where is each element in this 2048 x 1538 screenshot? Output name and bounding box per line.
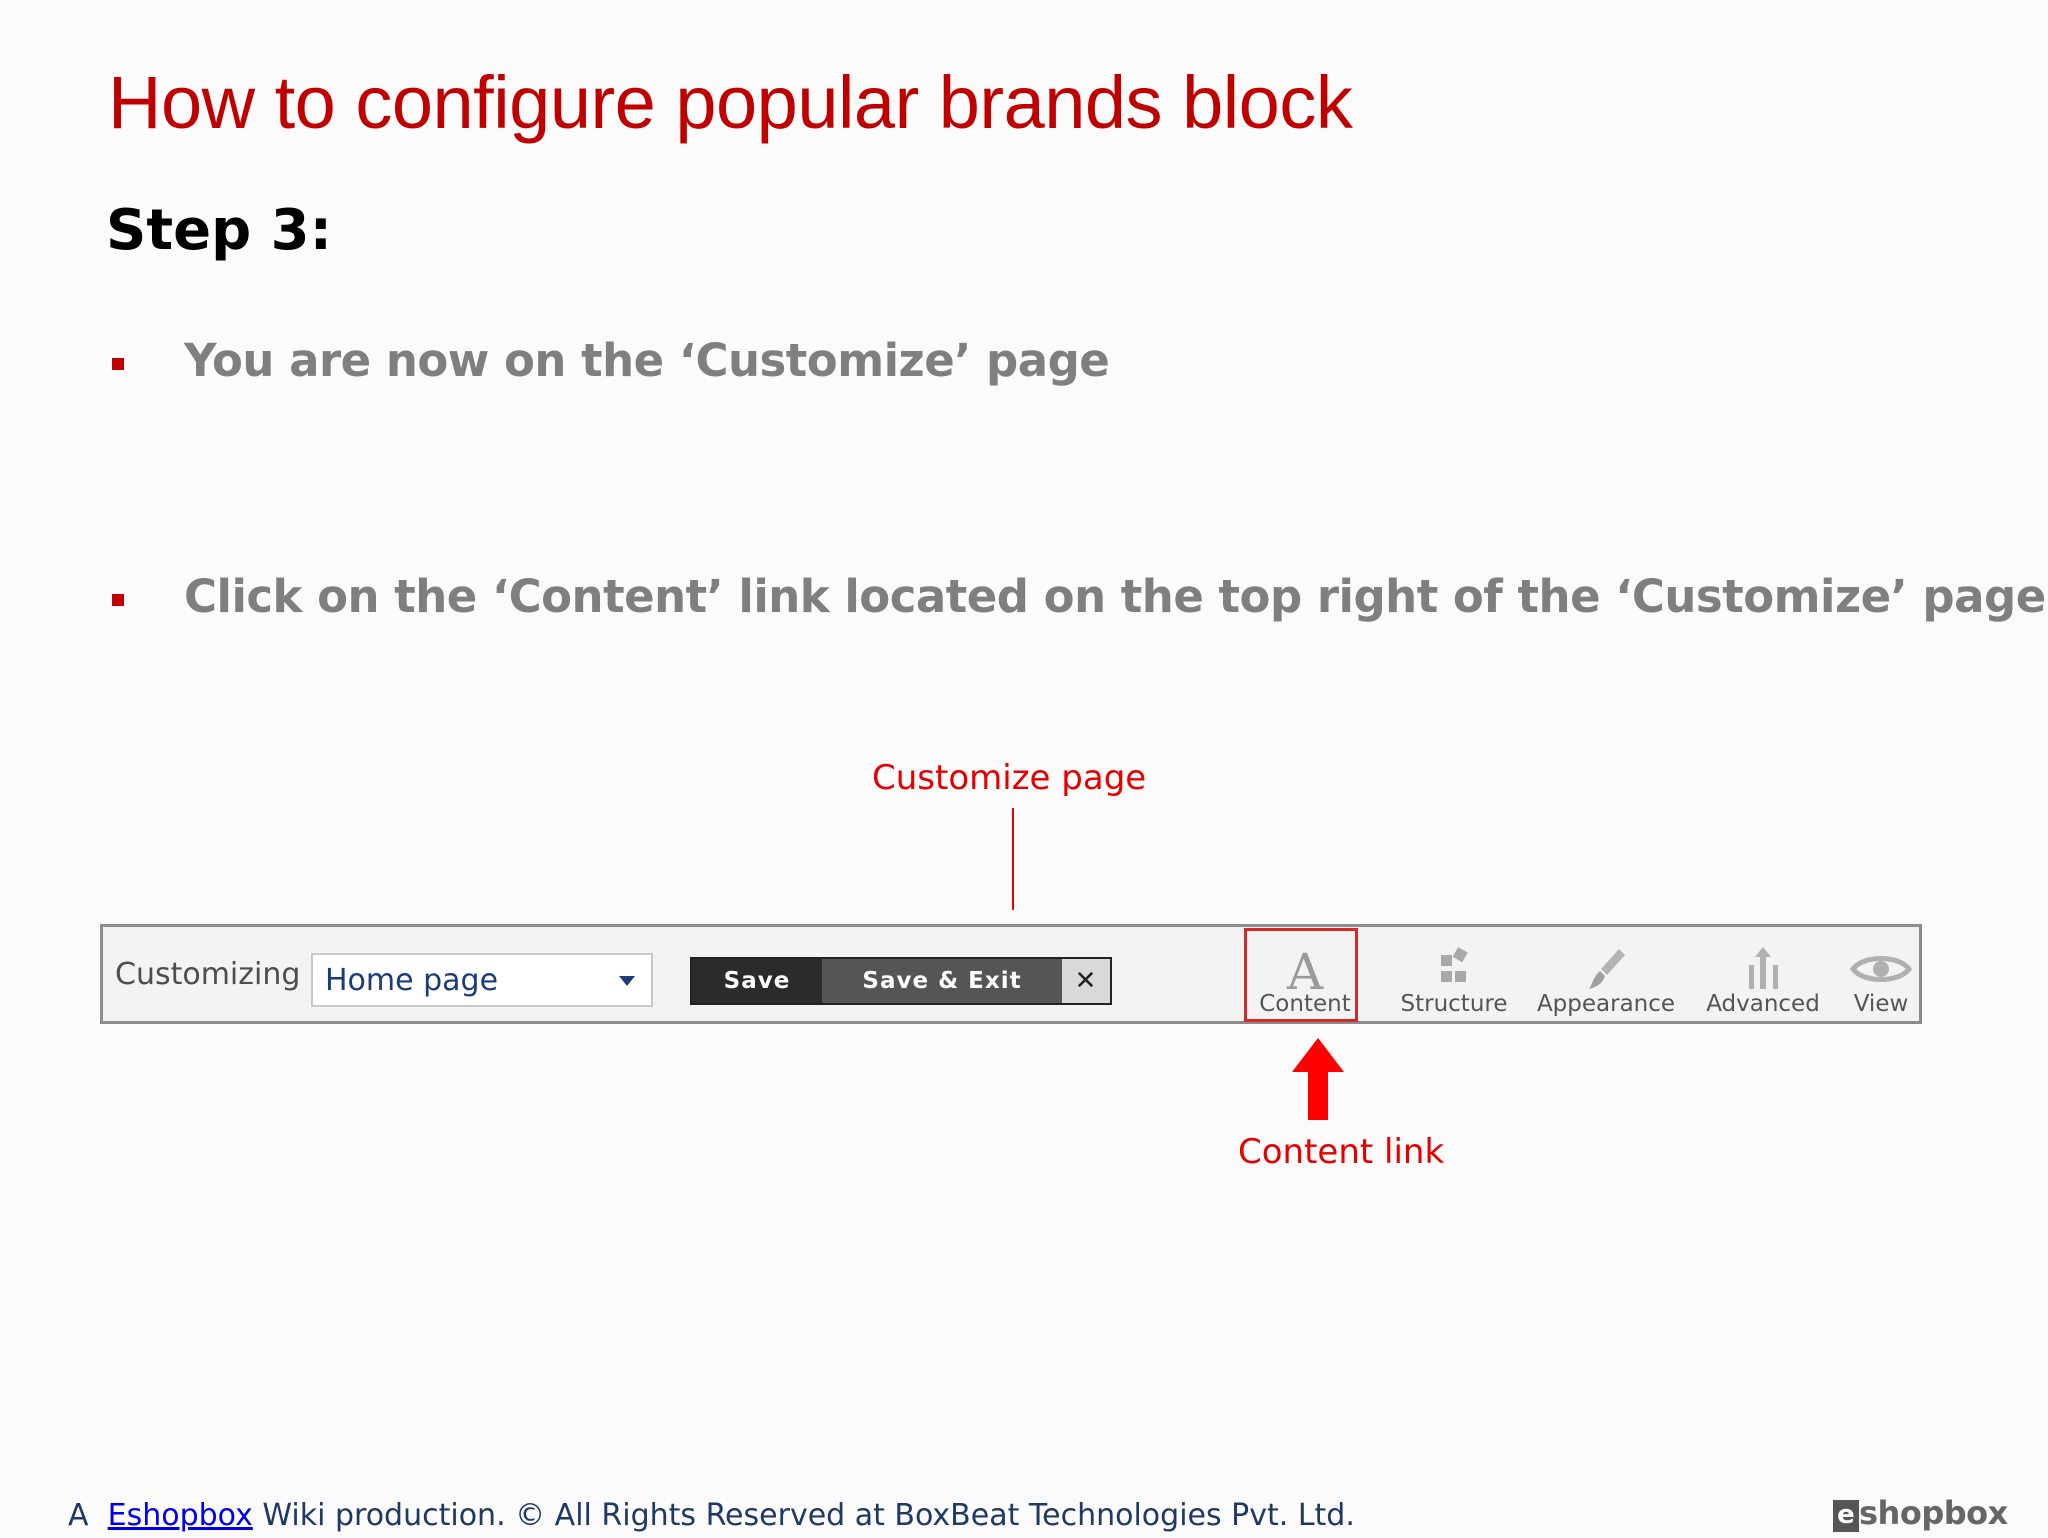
logo-word: shopbox — [1859, 1494, 2008, 1532]
customizing-label: Customizing — [115, 957, 301, 992]
step-heading: Step 3: — [106, 198, 333, 263]
tool-appearance[interactable]: Appearance — [1531, 941, 1681, 1019]
tool-view[interactable]: View — [1841, 941, 1921, 1019]
advanced-icon — [1749, 947, 1778, 989]
logo-e-letter: e — [1833, 1500, 1859, 1532]
page-select[interactable]: Home page — [311, 953, 653, 1007]
eshopbox-link[interactable]: Eshopbox — [108, 1498, 253, 1533]
footer-prefix: A — [68, 1498, 89, 1533]
up-arrow-icon — [1292, 1038, 1344, 1120]
bullet-marker — [112, 594, 124, 606]
paintbrush-icon — [1589, 949, 1625, 989]
customize-toolbar: Customizing Home page Save Save & Exit ✕… — [100, 924, 1922, 1024]
slide-title: How to configure popular brands block — [108, 61, 1353, 144]
eshopbox-logo: e shopbox — [1833, 1494, 2008, 1538]
tool-structure[interactable]: Structure — [1391, 941, 1517, 1019]
close-button[interactable]: ✕ — [1062, 959, 1110, 1003]
content-highlight-box — [1244, 928, 1358, 1022]
bullet-text-1: You are now on the ‘Customize’ page — [184, 334, 1110, 387]
close-icon: ✕ — [1074, 966, 1098, 996]
footer-text: A Eshopbox Wiki production. © All Rights… — [68, 1498, 1355, 1533]
tool-advanced[interactable]: Advanced — [1701, 941, 1825, 1019]
page-select-value: Home page — [325, 963, 499, 998]
eye-icon — [1849, 956, 1913, 982]
save-button[interactable]: Save — [692, 959, 822, 1003]
blocks-icon — [1441, 947, 1468, 982]
tool-appearance-label: Appearance — [1536, 991, 1676, 1017]
bullet-text-2: Click on the ‘Content’ link located on t… — [184, 570, 2046, 623]
tool-structure-label: Structure — [1400, 991, 1508, 1017]
content-link-annotation: Content link — [1238, 1132, 1445, 1172]
callout-line — [1012, 808, 1014, 910]
tool-view-label: View — [1853, 991, 1909, 1017]
footer-suffix: Wiki production. © All Rights Reserved a… — [262, 1498, 1355, 1533]
save-button-group: Save Save & Exit ✕ — [690, 957, 1112, 1005]
tool-advanced-label: Advanced — [1706, 991, 1820, 1017]
bullet-marker — [112, 358, 124, 370]
customize-page-annotation: Customize page — [872, 758, 1147, 798]
save-exit-button[interactable]: Save & Exit — [822, 959, 1062, 1003]
chevron-down-icon — [619, 976, 635, 986]
